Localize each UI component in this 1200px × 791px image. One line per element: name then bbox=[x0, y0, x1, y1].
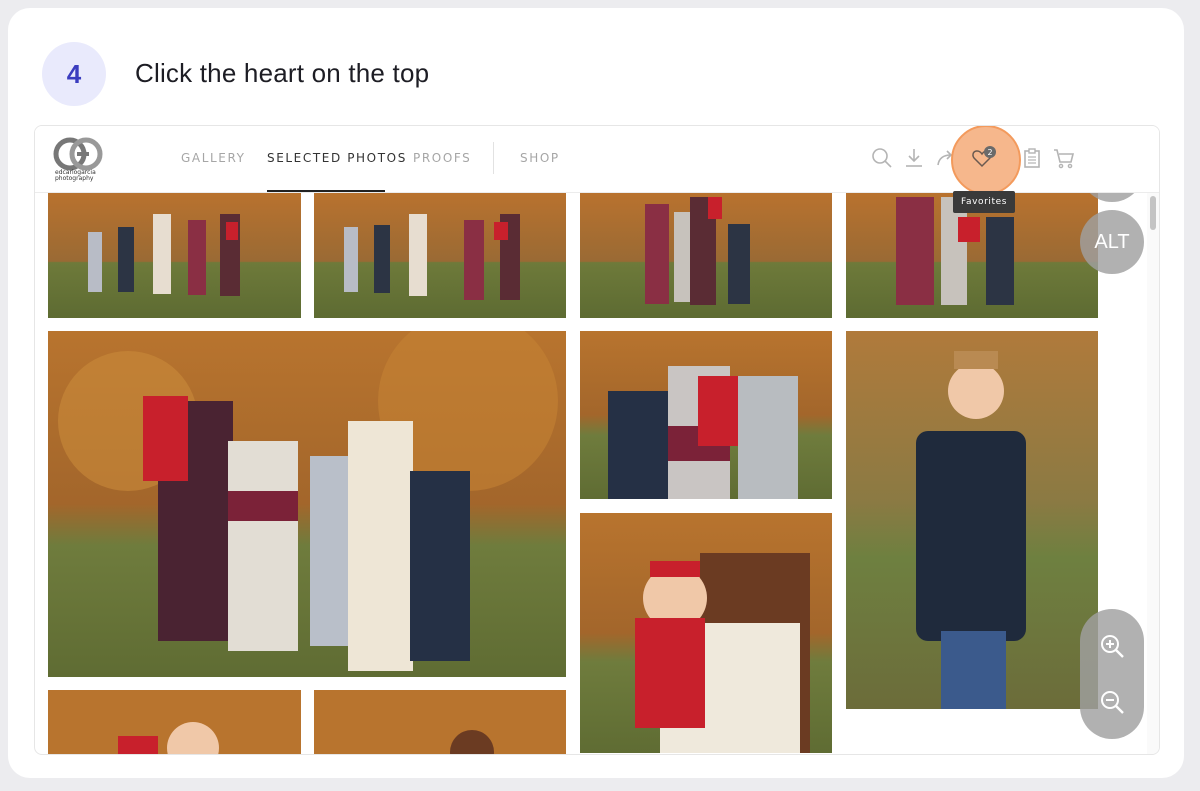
gallery-photo[interactable] bbox=[48, 331, 566, 677]
alt-button[interactable]: ALT bbox=[1080, 210, 1144, 274]
gallery-photo[interactable] bbox=[580, 513, 832, 753]
gallery-photo[interactable] bbox=[580, 192, 832, 318]
nav-divider bbox=[493, 142, 494, 174]
download-icon[interactable] bbox=[902, 146, 926, 170]
nav-gallery[interactable]: GALLERY bbox=[181, 151, 246, 165]
favorites-tooltip: Favorites bbox=[953, 191, 1016, 213]
clipboard-icon[interactable] bbox=[1020, 146, 1044, 170]
cart-icon[interactable] bbox=[1052, 146, 1076, 170]
alt-label: ALT bbox=[1094, 230, 1130, 253]
gallery-photo[interactable] bbox=[580, 331, 832, 499]
scrollbar[interactable] bbox=[1147, 192, 1159, 754]
zoom-in-icon[interactable] bbox=[1098, 632, 1126, 660]
logo-text: edcarlogarcia photography bbox=[55, 169, 96, 182]
step-instruction: Click the heart on the top bbox=[135, 58, 430, 88]
gallery-screenshot: edcarlogarcia photography GALLERY SELECT… bbox=[34, 125, 1160, 755]
scrollbar-thumb[interactable] bbox=[1150, 196, 1156, 230]
zoom-out-icon[interactable] bbox=[1098, 688, 1126, 716]
nav-shop[interactable]: SHOP bbox=[520, 151, 560, 165]
nav-selected-photos[interactable]: SELECTED PHOTOS bbox=[267, 151, 407, 165]
gallery-photo[interactable] bbox=[314, 192, 566, 318]
top-navigation: edcarlogarcia photography GALLERY SELECT… bbox=[35, 126, 1159, 195]
zoom-controls bbox=[1080, 609, 1144, 739]
gallery-photo[interactable] bbox=[314, 690, 566, 754]
gallery-photo[interactable] bbox=[846, 331, 1098, 709]
gallery-photo[interactable] bbox=[48, 690, 301, 754]
active-tab-underline bbox=[267, 190, 385, 192]
step-number-badge: 4 bbox=[42, 42, 106, 106]
gallery-photo[interactable] bbox=[48, 192, 301, 318]
favorites-count-badge: 2 bbox=[984, 146, 996, 158]
nav-proofs[interactable]: PROOFS bbox=[413, 151, 471, 165]
search-icon[interactable] bbox=[870, 146, 894, 170]
